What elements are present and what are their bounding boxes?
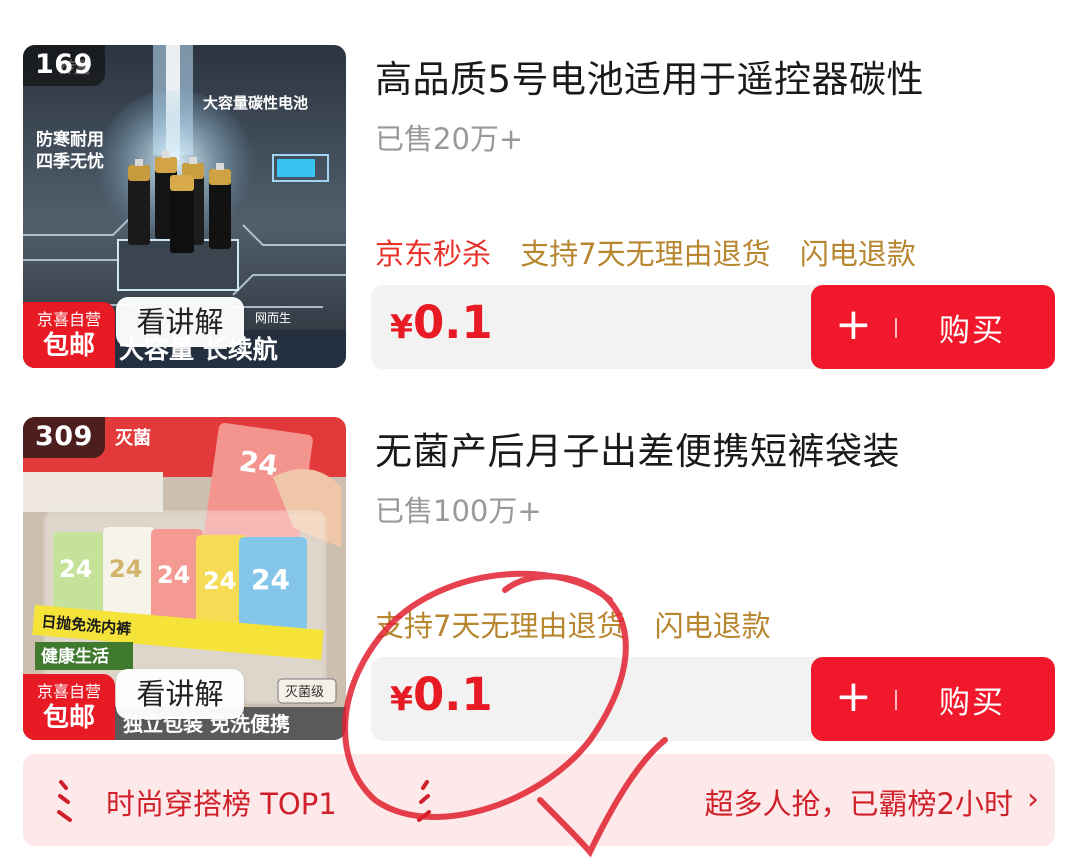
product-tags: 京东秒杀 支持7天无理由退货 闪电退款 [375, 231, 936, 273]
svg-text:24: 24 [109, 555, 142, 583]
price-value: 0.1 [412, 668, 493, 721]
tag-flash-sale: 京东秒杀 [375, 237, 492, 271]
rank-number: 169 [23, 45, 105, 86]
self-operated-badge: 京喜自营 包邮 [23, 302, 115, 368]
currency-symbol: ¥ [390, 679, 413, 718]
buy-label[interactable]: 购买 [939, 677, 1005, 722]
price-value: 0.1 [412, 296, 493, 349]
explain-button[interactable]: 看讲解 [116, 297, 244, 347]
badge-line1: 京喜自营 [36, 310, 101, 329]
product-card[interactable]: 24 24 24 24 24 24 日抛免洗内裤 健康生活 独立包装 免洗便携 … [0, 417, 1079, 747]
tag-return-policy: 支持7天无理由退货 [520, 237, 771, 271]
flame-icon [57, 780, 72, 822]
product-image[interactable]: 24 24 24 24 24 24 日抛免洗内裤 健康生活 独立包装 免洗便携 … [23, 417, 346, 740]
divider [895, 690, 897, 710]
tag-return-policy: 支持7天无理由退货 [375, 609, 626, 643]
price-bar: ¥0.1 + 购买 [371, 285, 1055, 369]
svg-text:网而生: 网而生 [255, 311, 291, 325]
plus-icon[interactable]: + [835, 669, 872, 725]
svg-text:四季无忧: 四季无忧 [36, 151, 104, 172]
rank-status: 超多人抢，已霸榜2小时 [704, 787, 1013, 821]
price: ¥0.1 [390, 296, 493, 349]
svg-text:24: 24 [59, 555, 92, 583]
rank-number: 309 [23, 417, 105, 458]
buy-button[interactable]: + 购买 [811, 657, 1055, 741]
currency-symbol: ¥ [390, 307, 413, 346]
svg-text:灭菌级: 灭菌级 [285, 685, 324, 700]
buy-label[interactable]: 购买 [939, 305, 1005, 350]
svg-text:大容量碳性电池: 大容量碳性电池 [203, 94, 308, 112]
price: ¥0.1 [390, 668, 493, 721]
plus-icon[interactable]: + [835, 297, 872, 353]
sold-count: 已售20万+ [375, 122, 524, 156]
product-tags: 支持7天无理由退货 闪电退款 [375, 603, 791, 645]
svg-text:防寒耐用: 防寒耐用 [36, 129, 104, 150]
rank-title: 时尚穿搭榜 TOP1 [106, 787, 337, 821]
badge-line2: 包邮 [42, 703, 95, 733]
price-bar: ¥0.1 + 购买 [371, 657, 1055, 741]
flame-icon [417, 780, 431, 822]
badge-line2: 包邮 [42, 331, 95, 361]
product-image[interactable]: 传量 大容量碳性电池 防寒耐用 四季无忧 大容量 长续航 网而生 169 京喜自… [23, 45, 346, 368]
explain-button[interactable]: 看讲解 [116, 669, 244, 719]
rank-banner[interactable]: 时尚穿搭榜 TOP1 超多人抢，已霸榜2小时 › [23, 754, 1055, 846]
svg-text:24: 24 [251, 563, 290, 596]
product-card[interactable]: 传量 大容量碳性电池 防寒耐用 四季无忧 大容量 长续航 网而生 169 京喜自… [0, 45, 1079, 375]
badge-line1: 京喜自营 [36, 682, 101, 701]
svg-text:健康生活: 健康生活 [41, 646, 109, 667]
svg-text:24: 24 [157, 561, 190, 589]
divider [895, 318, 897, 338]
tag-fast-refund: 闪电退款 [654, 609, 771, 643]
product-title[interactable]: 高品质5号电池适用于遥控器碳性 [375, 49, 924, 103]
battery-icon [128, 159, 150, 245]
svg-text:灭菌: 灭菌 [114, 428, 151, 449]
tag-fast-refund: 闪电退款 [799, 237, 916, 271]
product-title[interactable]: 无菌产后月子出差便携短裤袋装 [375, 421, 900, 475]
self-operated-badge: 京喜自营 包邮 [23, 674, 115, 740]
sold-count: 已售100万+ [375, 494, 542, 528]
chevron-right-icon[interactable]: › [1027, 782, 1039, 817]
svg-text:24: 24 [203, 567, 236, 595]
buy-button[interactable]: + 购买 [811, 285, 1055, 369]
